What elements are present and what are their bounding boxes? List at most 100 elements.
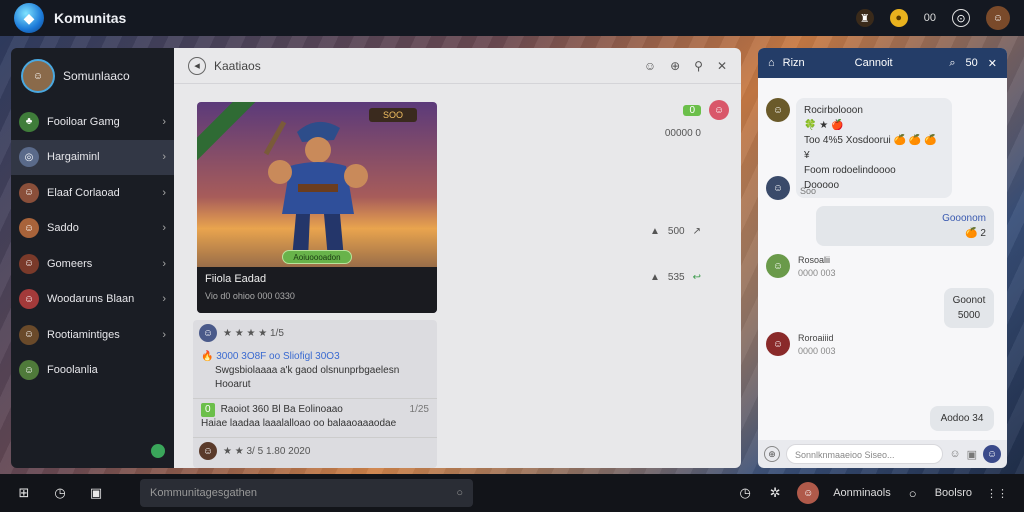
sidebar-item-avatar: ☺ <box>19 360 39 381</box>
search-icon[interactable]: ⌕ <box>949 57 955 70</box>
comment-body: Haiae laadaa laaalalloao oo balaaoaaaoda… <box>201 418 397 429</box>
chat-text: Goonot <box>952 295 986 306</box>
chat-avatar[interactable]: ☺ <box>766 254 790 278</box>
chevron-right-icon: › <box>162 293 166 306</box>
card-pill[interactable]: Aoiuoooadon <box>282 250 352 264</box>
chat-header-left: Rizn <box>782 57 805 69</box>
gear-icon[interactable]: ✲ <box>767 485 783 501</box>
comment-rating-row: ☺ ★ ★ ★ ★ 1/5 <box>193 320 437 346</box>
post-header: ◂ Kaatiaos ☺ ⊕ ⚲ ✕ <box>174 48 741 84</box>
author-avatar[interactable]: ☺ <box>709 100 729 120</box>
sidebar-item[interactable]: ☺ Rootiamintiges › <box>11 317 174 353</box>
like-stat[interactable]: ▲ 500 ↗ <box>650 226 701 237</box>
sidebar-item-active[interactable]: ◎ Hargaiminl › <box>11 139 174 175</box>
sidebar-item[interactable]: ☺ Saddo › <box>11 211 174 247</box>
pin-icon[interactable]: ⚲ <box>694 59 703 73</box>
chat-count: 50 <box>965 56 978 69</box>
chat-message-out: Aodoo 34 <box>930 406 994 431</box>
chat-message-out: Goonot 5000 <box>944 288 994 328</box>
post-count: 00000 0 <box>664 128 701 139</box>
comment-item: 0 Raoiot 360 Bl Ba Eolinoaao 1/25 Haiae … <box>193 399 437 438</box>
chat-avatar[interactable]: ☺ <box>766 98 790 122</box>
author-tag: 0 <box>683 104 701 116</box>
comment-avatar[interactable]: ☺ <box>199 442 217 460</box>
chat-input-bar: ⊕ Sonnlknmaaeioo Siseo... ☺ ▣ ☺ <box>758 440 1007 468</box>
reply-icon: ↩ <box>692 272 701 283</box>
user-avatar[interactable]: ☺ <box>986 6 1010 30</box>
sidebar-profile[interactable]: ☺ Somunlaaco <box>11 48 174 104</box>
card-badge: SOO <box>369 108 417 122</box>
status-icon[interactable]: ○ <box>905 485 921 501</box>
sidebar-item[interactable]: ☺ Woodaruns Blaan › <box>11 282 174 318</box>
app-title: Komunitas <box>54 10 127 26</box>
bottom-search-text: Kommunitagesgathen <box>150 487 258 499</box>
sidebar-item-label: Rootiamintiges <box>47 328 120 341</box>
sidebar: ☺ Somunlaaco ♣ Fooiloar Gamg › ◎ Hargaim… <box>11 48 174 468</box>
attach-icon[interactable]: ⊕ <box>764 446 780 462</box>
close-icon[interactable]: ✕ <box>988 57 997 70</box>
chat-avatar[interactable]: ☺ <box>766 176 790 200</box>
chat-text: Gooonom <box>942 213 986 224</box>
bookmark-icon[interactable]: ▣ <box>88 485 104 501</box>
comment-rating: ★ ★ 3/ 5 1.80 2020 <box>223 445 311 457</box>
more-icon[interactable]: ⋮⋮ <box>986 487 1008 500</box>
sidebar-item-avatar: ☺ <box>19 289 39 310</box>
top-bar: ◆ Komunitas ♜ ● 00 ⊙ ☺ <box>0 0 1024 36</box>
sidebar-item[interactable]: ☺ Elaaf Corlaoad › <box>11 175 174 211</box>
comment-tag: 0 <box>201 403 215 417</box>
close-icon[interactable]: ✕ <box>717 59 727 73</box>
chat-bubble: Rocirbolooon 🍀 ★ 🍎 Too 4%5 Xosdoorui 🍊 🍊… <box>796 98 952 198</box>
status-text: 00 <box>923 12 936 24</box>
game-post-card[interactable]: SOO Aoiuoooadon Fiiola Eadad Vio d0 ohio… <box>197 102 437 313</box>
chat-line: Foom rodoelindoooo <box>804 165 896 176</box>
comment-stat[interactable]: ▲ 535 ↩ <box>650 272 701 283</box>
chat-header-actions: ⌕ 50 ✕ <box>949 57 997 70</box>
back-icon[interactable]: ◂ <box>188 56 206 75</box>
clock-icon[interactable]: ◷ <box>737 485 753 501</box>
chat-emoji: 🍊 2 <box>965 228 986 239</box>
home-icon[interactable]: ⌂ <box>768 57 775 69</box>
sidebar-item-label: Gomeers <box>47 257 93 270</box>
sidebar-item-label: Elaaf Corlaoad <box>47 186 120 199</box>
image-icon[interactable]: ▣ <box>967 448 977 461</box>
comment-avatar[interactable]: ☺ <box>199 324 217 342</box>
bottom-user-avatar[interactable]: ☺ <box>797 482 820 504</box>
clock-icon[interactable]: ◷ <box>52 485 68 501</box>
card-footer: Fiiola Eadad Vio d0 ohioo 000 0330 <box>197 267 437 313</box>
chat-sub: 0000 003 <box>798 346 836 356</box>
card-subtitle: Vio d0 ohioo 000 0330 <box>205 291 295 301</box>
coin-icon[interactable]: ● <box>889 9 908 27</box>
chat-bubble: Aodoo 34 <box>930 406 994 431</box>
profile-name: Somunlaaco <box>63 69 130 83</box>
chat-avatar[interactable]: ☺ <box>766 332 790 356</box>
bottom-search-input[interactable]: Kommunitagesgathen ○ <box>140 479 473 507</box>
sidebar-item[interactable]: ♣ Fooiloar Gamg › <box>11 104 174 140</box>
chat-line: 🍀 ★ 🍎 <box>804 120 844 131</box>
character-icon[interactable]: ♜ <box>855 9 874 27</box>
emoji-icon[interactable]: ☺ <box>949 448 960 460</box>
sidebar-item[interactable]: ☺ Fooolanlia <box>11 353 174 389</box>
chat-user-avatar[interactable]: ☺ <box>983 445 1001 463</box>
like-icon: ▲ <box>650 226 660 237</box>
chat-sub: 5000 <box>957 310 981 321</box>
chat-input[interactable]: Sonnlknmaaeioo Siseo... <box>786 444 944 464</box>
sidebar-item-avatar: ☺ <box>19 324 39 345</box>
sidebar-item-label: Fooolanlia <box>47 364 98 377</box>
share-icon[interactable]: ⊕ <box>670 59 680 73</box>
emoji-icon[interactable]: ☺ <box>644 59 656 73</box>
settings-icon[interactable]: ⊙ <box>952 9 970 27</box>
comment-head: 3000 3O8F oo Sliofigl 30O3 <box>216 351 340 362</box>
post-panel: ◂ Kaatiaos ☺ ⊕ ⚲ ✕ SOO Aoiuoooadon Fiiol… <box>174 48 741 468</box>
sidebar-item-avatar: ☺ <box>19 253 39 274</box>
bottom-user-name[interactable]: Aonminaols <box>833 487 890 499</box>
sidebar-item-label: Woodaruns Blaan <box>47 293 135 306</box>
sidebar-item[interactable]: ☺ Gomeers › <box>11 246 174 282</box>
top-bar-actions: ♜ ● 00 ⊙ ☺ <box>855 6 1010 30</box>
chevron-right-icon: › <box>162 186 166 199</box>
chat-message-out: Gooonom 🍊 2 <box>816 206 994 246</box>
sidebar-item-avatar: ☺ <box>19 182 39 203</box>
controller-icon[interactable]: ⊞ <box>16 485 32 501</box>
chat-sender: Roroaiiid <box>798 333 834 343</box>
app-logo-icon[interactable]: ◆ <box>14 3 44 33</box>
profile-avatar: ☺ <box>21 59 55 93</box>
